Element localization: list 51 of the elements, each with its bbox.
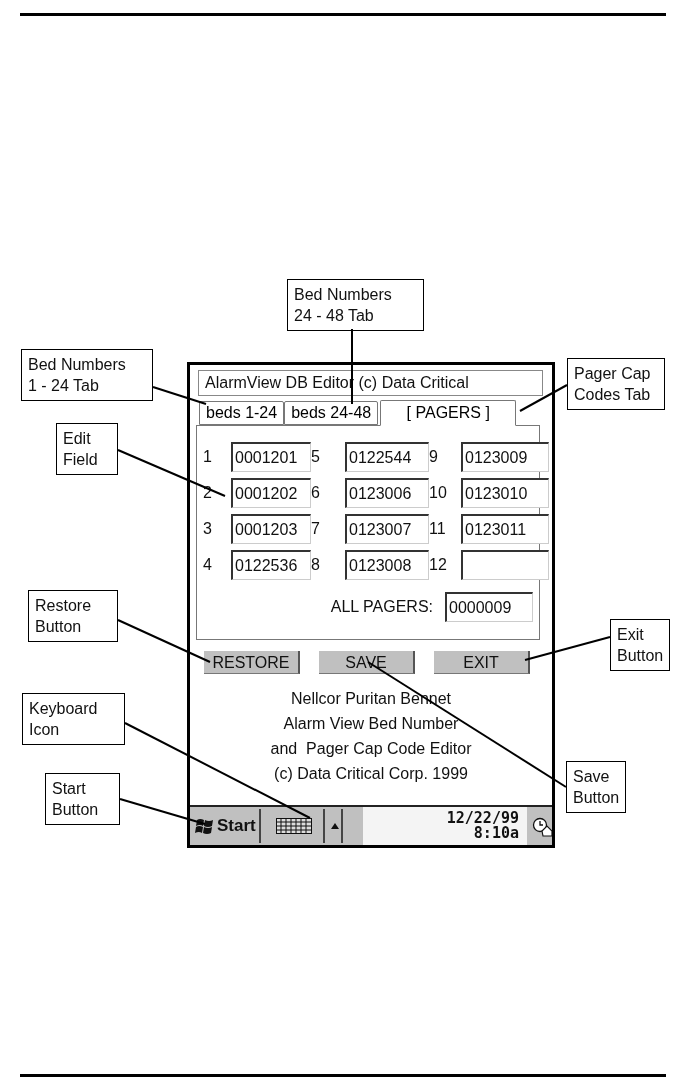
input-field[interactable]: 0123010 <box>461 478 549 508</box>
pager-number: 1 <box>203 447 213 467</box>
input-field[interactable]: 0122536 <box>231 550 311 580</box>
input-field[interactable]: 0123011 <box>461 514 549 544</box>
callout-label: Keyboard Icon <box>22 693 125 745</box>
input-field[interactable]: 0001201 <box>231 442 311 472</box>
pager-number: 7 <box>311 519 321 539</box>
tab[interactable]: beds 24-48 <box>284 401 379 425</box>
input-field[interactable] <box>461 550 549 580</box>
all-pagers-label: ALL PAGERS: <box>330 597 433 617</box>
callout-label: Pager Cap Codes Tab <box>567 358 665 410</box>
input-field[interactable]: 0000009 <box>445 592 533 622</box>
pager-number: 6 <box>311 483 321 503</box>
about-text: and Pager Cap Code Editor <box>270 739 472 759</box>
input-field[interactable]: 0001203 <box>231 514 311 544</box>
action-button[interactable]: EXIT <box>434 651 530 674</box>
input-field[interactable]: 0122544 <box>345 442 429 472</box>
callout-label: Bed Numbers 1 - 24 Tab <box>21 349 153 401</box>
pager-number: 10 <box>429 483 447 503</box>
expand-button[interactable] <box>328 809 343 843</box>
callout-label: Bed Numbers 24 - 48 Tab <box>287 279 424 331</box>
callout-label: Restore Button <box>28 590 118 642</box>
input-field[interactable]: 0123007 <box>345 514 429 544</box>
callout-label: Start Button <box>45 773 120 825</box>
pager-number: 11 <box>429 519 446 539</box>
up-arrow-icon <box>330 823 339 829</box>
input-field[interactable]: 0001202 <box>231 478 311 508</box>
input-field[interactable]: 0123008 <box>345 550 429 580</box>
tab[interactable]: [ PAGERS ] <box>380 400 517 426</box>
input-field[interactable]: 0123009 <box>461 442 549 472</box>
action-button[interactable]: SAVE <box>319 651 415 674</box>
pager-number: 4 <box>203 555 213 575</box>
about-text: (c) Data Critical Corp. 1999 <box>274 764 468 784</box>
pager-number: 3 <box>203 519 213 539</box>
callout-label: Edit Field <box>56 423 118 475</box>
time-text: 8:10a <box>473 826 519 841</box>
input-field[interactable]: 0123006 <box>345 478 429 508</box>
clock-house-icon[interactable] <box>532 816 552 837</box>
tab[interactable]: beds 1-24 <box>199 401 285 425</box>
pager-number: 9 <box>429 447 439 467</box>
start-button[interactable]: Start <box>192 809 261 843</box>
action-button[interactable]: RESTORE <box>204 651 300 674</box>
pager-number: 12 <box>429 555 447 575</box>
pager-number: 8 <box>311 555 321 575</box>
callout-label: Save Button <box>566 761 627 813</box>
date-text: 12/22/99 <box>446 811 519 826</box>
pager-number: 5 <box>311 447 321 467</box>
keyboard-icon <box>275 818 312 834</box>
callout-label: Exit Button <box>610 619 671 671</box>
windows-flag-icon <box>195 817 215 835</box>
about-text: Alarm View Bed Number <box>283 714 459 734</box>
